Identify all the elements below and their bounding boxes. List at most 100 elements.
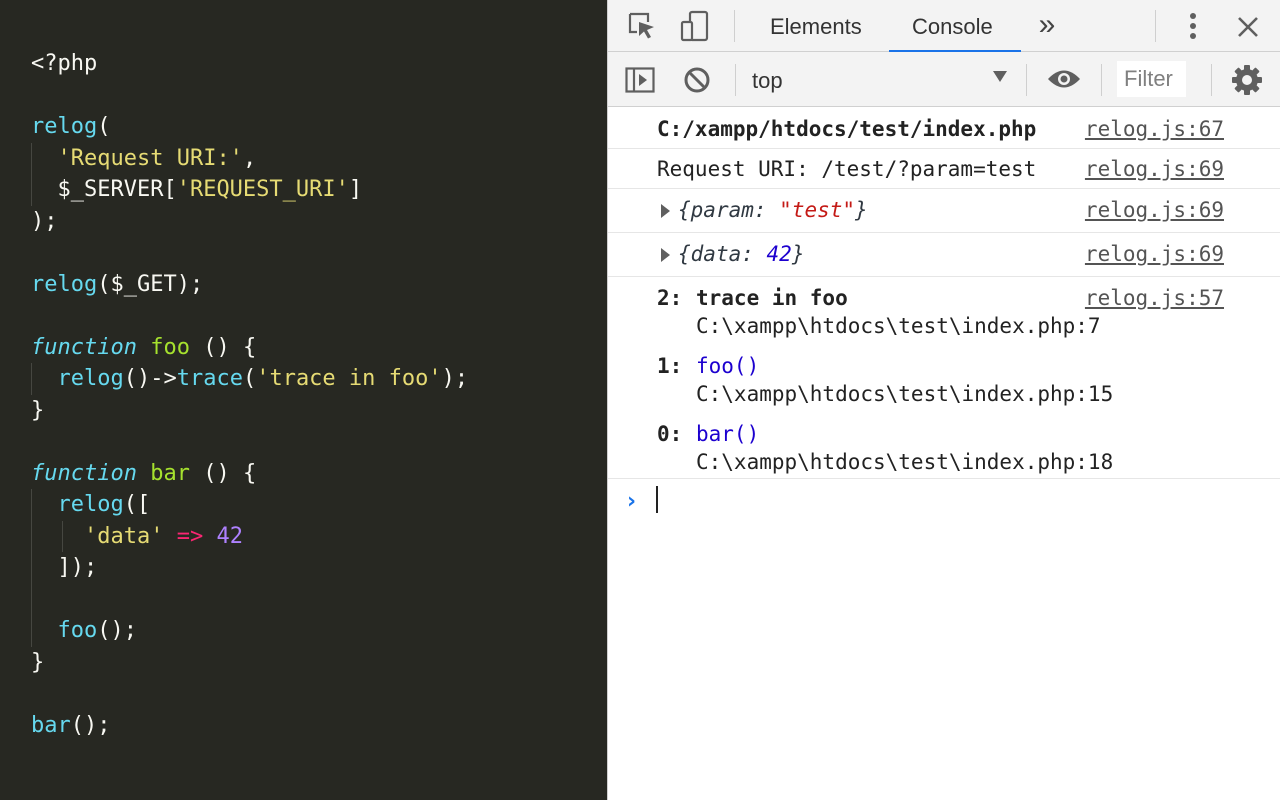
toolbar-divider [1211,64,1212,96]
code-token: ]); [31,555,98,580]
code-line: foo(); [0,615,607,647]
console-input[interactable] [656,486,658,513]
code-line: } [0,395,607,427]
expand-triangle-icon[interactable] [661,204,670,218]
code-token: 'Request URI:' [57,145,243,171]
more-tabs-icon[interactable]: » [1032,6,1062,44]
code-line: $_SERVER['REQUEST_URI'] [0,174,607,206]
code-line: ); [0,206,607,238]
indent-guide [31,142,32,174]
code-token: ] [348,177,363,202]
toolbar-divider [734,10,735,42]
source-link[interactable]: relog.js:67 [1085,117,1224,141]
object-preview[interactable]: {param: "test"} [678,198,868,222]
indent-guide [31,174,32,206]
close-icon[interactable] [1234,13,1262,41]
code-token: ([ [123,492,151,517]
sidebar-toggle-icon[interactable] [624,65,656,95]
code-line [0,583,607,615]
more-options-icon[interactable] [1183,10,1203,42]
trace-frame-index: 2: [657,286,683,310]
code-token: 'data' [83,523,164,549]
gear-icon[interactable] [1230,63,1264,97]
code-token: trace [176,366,243,391]
live-expression-eye-icon[interactable] [1046,64,1082,94]
clear-console-icon[interactable] [682,65,712,95]
devtools-panel: Elements Console » top Filter C:/xampp/h… [607,0,1280,800]
source-link[interactable]: relog.js:69 [1085,198,1224,222]
code-token: 'trace in foo' [256,366,442,391]
trace-frame-location: C:\xampp\htdocs\test\index.php:18 [696,450,1114,474]
source-link[interactable]: relog.js:69 [1085,157,1224,181]
code-line: function bar () { [0,458,607,490]
context-selector-value: top [752,68,783,93]
trace-frame-location: C:\xampp\htdocs\test\index.php:7 [696,314,1101,338]
code-token: () { [189,460,257,486]
code-token: bar [150,460,190,486]
object-preview[interactable]: {data: 42} [678,242,804,266]
toolbar-divider [1026,64,1027,96]
toolbar-divider [1101,64,1102,96]
indent-guide [31,583,32,615]
chevron-down-icon[interactable] [993,71,1007,82]
indent-guide [31,552,32,584]
code-token: function [31,460,137,486]
code-token: 'REQUEST_URI' [176,177,349,202]
code-token: function [31,334,137,360]
code-token: ($_GET); [97,271,204,297]
code-token: ); [441,366,469,391]
filter-input[interactable] [1117,61,1186,97]
code-line: bar(); [0,710,607,742]
code-token: } [31,649,45,675]
tab-elements[interactable]: Elements [747,0,885,52]
code-line: ]); [0,552,607,584]
console-messages: C:/xampp/htdocs/test/index.php relog.js:… [608,107,1280,479]
source-link[interactable]: relog.js:57 [1085,286,1224,310]
trace-frame-index: 1: [657,354,683,378]
code-token: ( [97,114,111,139]
console-object-message[interactable]: {param: "test"} relog.js:69 [608,189,1280,233]
code-token: $_SERVER[ [31,177,177,202]
code-token: relog [31,271,98,297]
code-token: relog [31,114,98,139]
code-token: (); [70,712,111,738]
code-line: 'Request URI:', [0,142,607,174]
code-editor[interactable]: <?php relog( 'Request URI:', $_SERVER['RE… [0,0,607,800]
code-token: (); [97,618,137,643]
code-line: relog()->trace('trace in foo'); [0,363,607,395]
trace-frame-location: C:\xampp\htdocs\test\index.php:15 [696,382,1114,406]
inspect-element-icon[interactable] [626,10,658,42]
indent-guide [31,489,32,521]
code-token: () { [189,334,257,360]
device-toolbar-icon[interactable] [678,9,712,43]
console-message: C:/xampp/htdocs/test/index.php relog.js:… [608,107,1280,149]
tab-console[interactable]: Console [889,0,1021,53]
code-line: } [0,647,607,679]
source-link[interactable]: relog.js:69 [1085,242,1224,266]
code-token: ); [31,208,58,234]
message-text: Request URI: /test/?param=test [657,157,1037,181]
expand-triangle-icon[interactable] [661,248,670,262]
indent-guide [31,615,32,647]
code-token: ()-> [123,366,177,391]
devtools-tabbar: Elements Console » [608,0,1280,53]
console-object-message[interactable]: {data: 42} relog.js:69 [608,233,1280,277]
context-selector[interactable]: top [752,60,1006,100]
code-token: } [31,397,45,423]
code-line: <?php [0,48,607,80]
code-token: relog [57,366,124,391]
code-token: ( [242,366,257,391]
code-line: relog([ [0,489,607,521]
indent-guide [31,520,32,552]
